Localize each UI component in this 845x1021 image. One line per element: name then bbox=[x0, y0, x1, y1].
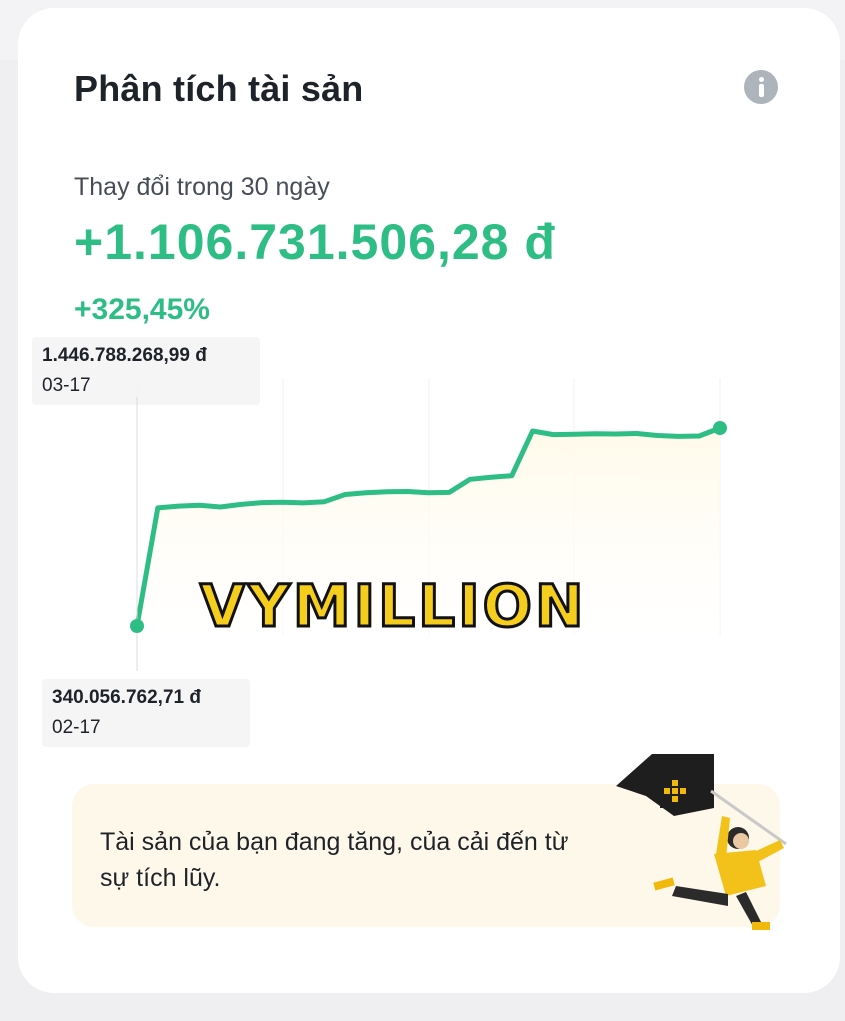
watermark-text: VYMILLION bbox=[199, 571, 587, 642]
growth-banner-text: Tài sản của bạn đang tăng, của cải đến t… bbox=[100, 828, 569, 892]
change-value: +1.106.731.506,28 đ bbox=[74, 214, 556, 270]
min-value-amount: 340.056.762,71 đ bbox=[52, 687, 201, 708]
asset-analysis-card: Phân tích tài sản Thay đổi trong 30 ngày… bbox=[18, 8, 840, 993]
change-period-label: Thay đổi trong 30 ngày bbox=[74, 173, 330, 201]
max-value-amount: 1.446.788.268,99 đ bbox=[42, 345, 207, 366]
mascot-face bbox=[733, 833, 749, 849]
binance-mascot-illustration bbox=[616, 754, 787, 930]
min-value-tooltip: 340.056.762,71 đ 02-17 bbox=[42, 679, 250, 747]
mascot-left-arm bbox=[716, 816, 730, 858]
mascot-right-arm bbox=[754, 840, 784, 862]
mascot-shoe-back bbox=[653, 877, 675, 891]
change-percent: +325,45% bbox=[74, 293, 210, 326]
mascot-shoe bbox=[752, 922, 770, 930]
max-value-date: 03-17 bbox=[42, 375, 91, 396]
mascot-back-leg bbox=[672, 886, 728, 906]
max-value-tooltip: 1.446.788.268,99 đ 03-17 bbox=[32, 337, 260, 405]
min-value-date: 02-17 bbox=[52, 717, 101, 738]
info-icon[interactable] bbox=[744, 70, 778, 104]
page-title: Phân tích tài sản bbox=[74, 68, 364, 109]
info-icon-bar bbox=[759, 84, 764, 97]
info-icon-dot bbox=[759, 77, 764, 82]
